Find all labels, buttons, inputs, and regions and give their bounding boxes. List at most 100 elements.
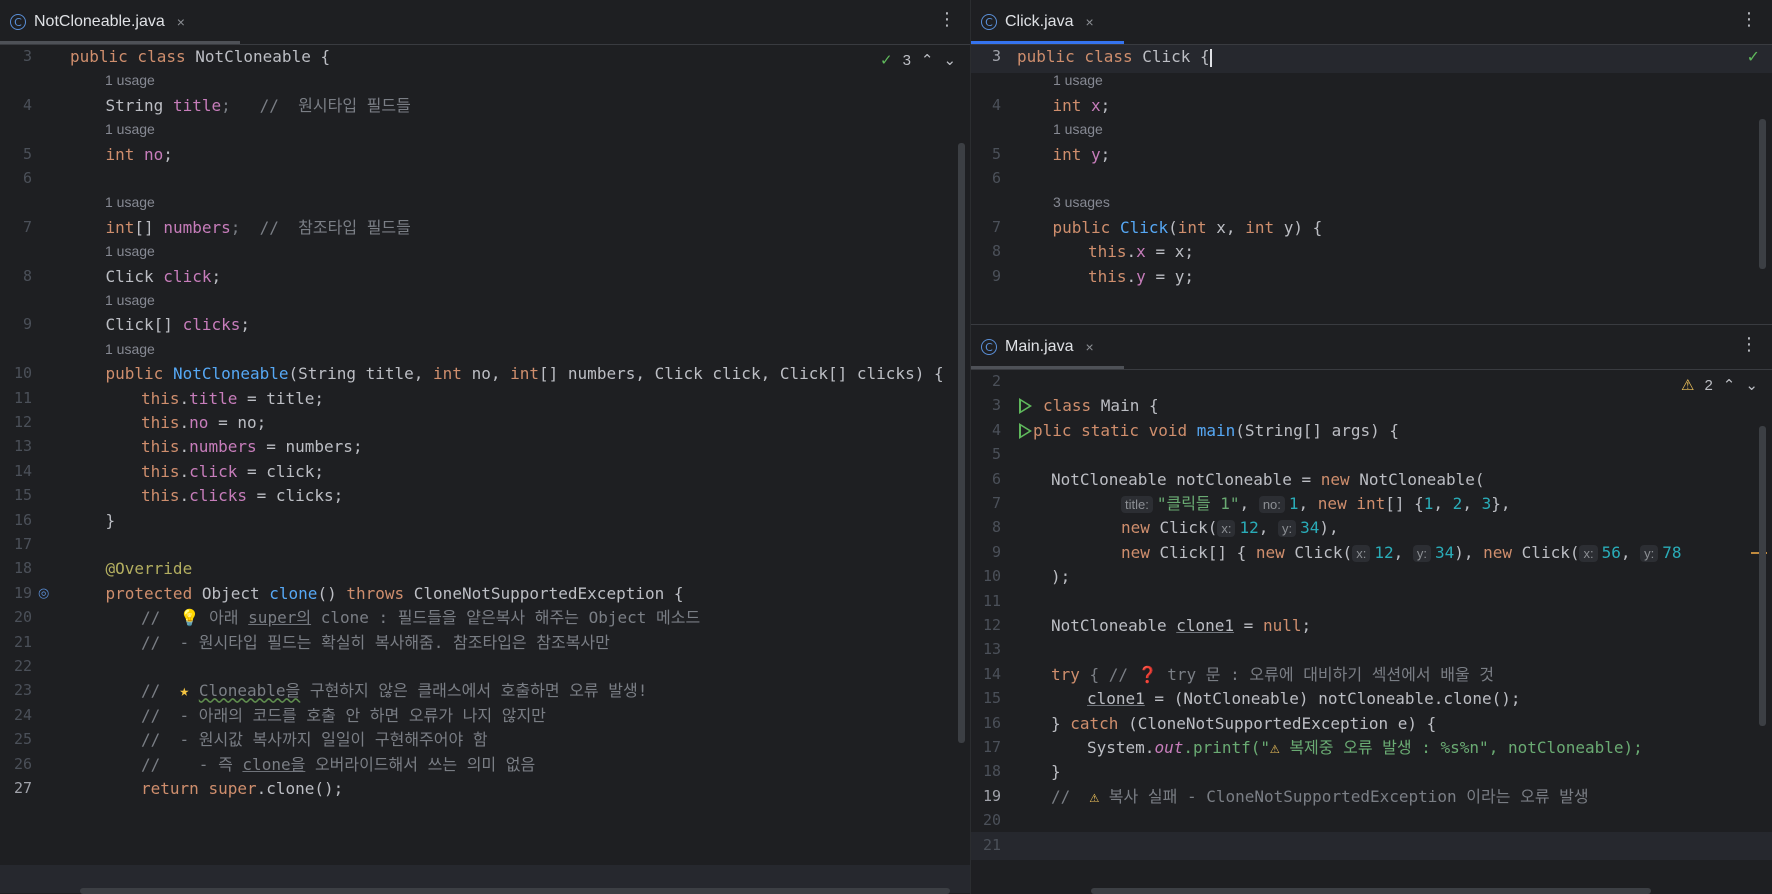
line-number: 8 (991, 518, 1001, 537)
code-token: . (179, 486, 190, 506)
usage-hint[interactable]: 3 usages (1053, 189, 1110, 217)
code-token: int (105, 217, 135, 237)
code-token: String (105, 95, 173, 115)
code-token: this (141, 388, 180, 408)
line-number: 8 (991, 242, 1001, 261)
code-line: 23 // ★ Cloneable을 구현하지 않은 클래스에서 호출하면 오류 … (0, 677, 970, 705)
code-token: y (1136, 266, 1146, 286)
code-token: new (1483, 542, 1522, 562)
more-options-icon[interactable]: ⋮ (938, 10, 956, 30)
code-token: = (NotCloneable) notCloneable.clone(); (1144, 689, 1521, 709)
usage-hint[interactable]: 1 usage (105, 189, 155, 217)
more-options-icon[interactable]: ⋮ (1740, 10, 1758, 30)
line-number: 19 (13, 583, 32, 602)
code-token: throws (346, 583, 414, 603)
code-text: ); (1051, 563, 1070, 591)
usage-hint-row: 1 usage (0, 336, 970, 364)
code-token: try (1051, 664, 1090, 684)
run-icon[interactable] (1019, 398, 1032, 415)
code-text: System.out.printf("⚠ 복제중 오류 발생 : %s%n", … (1087, 734, 1643, 762)
code-text: // - 아래의 코드를 호출 안 하면 오류가 나지 않지만 (141, 702, 546, 730)
line-number: 11 (13, 388, 32, 407)
code-token: 34 (1434, 542, 1455, 562)
code-line: 9 Click[] clicks; (0, 311, 970, 339)
code-token: int (1052, 144, 1092, 164)
line-number: 13 (982, 640, 1001, 659)
code-token: , (1462, 494, 1482, 513)
code-token: . (179, 413, 190, 432)
usage-hint[interactable]: 1 usage (105, 116, 155, 144)
code-text: this.x = x; (1088, 238, 1194, 266)
code-token: no (144, 144, 164, 164)
usage-hint-row: 1 usage (0, 67, 970, 95)
horizontal-scrollbar[interactable] (1091, 888, 1651, 894)
code-text: // ★ Cloneable을 구현하지 않은 클래스에서 호출하면 오류 발생… (141, 677, 647, 705)
horizontal-scrollbar[interactable] (80, 888, 950, 894)
code-line: 8 Click click; (0, 263, 970, 291)
usage-hint[interactable]: 1 usage (105, 238, 155, 266)
usage-hint[interactable]: 1 usage (105, 336, 155, 364)
vertical-scrollbar[interactable] (1759, 119, 1766, 269)
usage-hint[interactable]: 1 usage (1053, 67, 1103, 95)
usage-hint[interactable]: 1 usage (1053, 116, 1103, 144)
code-line: 19 // ⚠ 복사 실패 - CloneNotSupportedExceptio… (971, 783, 1772, 811)
code-token: [] numbers, Click click, Click[] clicks)… (539, 364, 944, 384)
line-number: 14 (982, 664, 1001, 683)
code-editor[interactable]: ✓ 3 public class Click {1 usage 4 int x; 1 u… (971, 45, 1772, 324)
line-number: 5 (991, 445, 1001, 464)
code-token: , (1433, 494, 1453, 513)
code-line: 16} (0, 507, 970, 535)
code-text: int y; (1053, 141, 1111, 169)
vertical-scrollbar[interactable] (958, 143, 965, 743)
code-line: 13 (971, 636, 1772, 664)
code-token: // - 즉 (141, 754, 243, 774)
usage-hint[interactable]: 1 usage (105, 67, 155, 95)
code-token: title (172, 95, 222, 115)
code-text: Click[] clicks; (106, 311, 251, 339)
code-text: this.click = click; (141, 458, 324, 486)
more-options-icon[interactable]: ⋮ (1740, 335, 1758, 355)
code-token: { // (1089, 664, 1138, 684)
code-token: ; (240, 315, 250, 335)
override-gutter-icon[interactable]: ◎ (38, 580, 49, 608)
close-icon[interactable]: × (177, 14, 185, 30)
close-icon[interactable]: × (1085, 339, 1093, 355)
class-icon: C (981, 14, 997, 30)
close-icon[interactable]: × (1085, 14, 1093, 30)
code-text: int x; (1053, 92, 1111, 120)
code-token: NotCloneable { (195, 47, 331, 66)
code-token: ); (1051, 567, 1071, 587)
code-line: 19 protected Object clone() throws CloneN… (0, 580, 970, 608)
usage-hint[interactable]: 1 usage (105, 287, 155, 315)
tab-main-java[interactable]: C Main.java × (971, 325, 1104, 369)
code-token: Click[] { (1159, 542, 1256, 562)
code-token: numbers (189, 437, 257, 457)
code-editor[interactable]: ⚠ 2 ⌃ ⌄ 2 3 class Main {4 plic static void … (971, 370, 1772, 894)
tab-notcloneable-java[interactable]: C NotCloneable.java × (0, 0, 195, 44)
code-token: 복사 실패 - CloneNotSupportedException 이라는 오… (1099, 786, 1589, 806)
code-token: = numbers; (256, 437, 363, 457)
code-text: this.numbers = numbers; (141, 433, 363, 461)
code-token: // - 원시타입 필드는 확실히 복사해줌. 참조타입은 참조복사만 (141, 632, 610, 652)
code-line: 21 // - 원시타입 필드는 확실히 복사해줌. 참조타입은 참조복사만 (0, 629, 970, 657)
code-text: String title; // 원시타입 필드들 (106, 92, 411, 120)
code-text: // - 원시타입 필드는 확실히 복사해줌. 참조타입은 참조복사만 (141, 629, 610, 657)
code-token: { (1200, 47, 1210, 66)
line-number: 13 (13, 437, 32, 456)
line-number: 18 (13, 559, 32, 578)
vertical-scrollbar[interactable] (1759, 426, 1766, 726)
tab-click-java[interactable]: C Click.java × (971, 0, 1104, 44)
run-icon[interactable] (1019, 422, 1032, 439)
code-token: Click( (1294, 542, 1353, 562)
code-token: new (1121, 542, 1160, 562)
code-token: ; (163, 144, 173, 164)
tab-label: Main.java (1005, 338, 1074, 355)
code-token: = clicks; (246, 486, 344, 506)
code-editor[interactable]: ✓ 3 ⌃ ⌄ 3 public class NotCloneable {1 us… (0, 45, 970, 894)
code-token: null (1262, 616, 1302, 635)
code-line: 8 new Click(x: 12, y: 34), (971, 514, 1772, 542)
code-line: 12 this.no = no; (0, 409, 970, 437)
line-number: 17 (982, 738, 1001, 756)
code-token: this (141, 437, 180, 457)
